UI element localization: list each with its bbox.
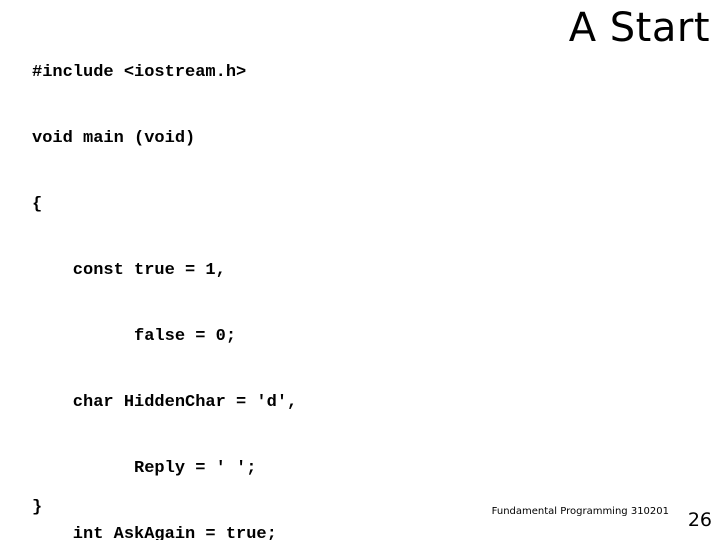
code-line: char HiddenChar = 'd', xyxy=(32,393,298,412)
code-line: #include <iostream.h> xyxy=(32,63,247,82)
code-line: const true = 1, xyxy=(32,261,226,280)
code-line: false = 0; xyxy=(32,327,237,346)
page-title: A Start xyxy=(568,5,710,51)
page-number: 26 xyxy=(687,509,712,531)
presentation-slide: A Start #include <iostream.h> void main … xyxy=(0,0,720,540)
code-line: { xyxy=(32,195,43,214)
footer-course-label: Fundamental Programming 310201 xyxy=(491,506,669,517)
slide-footer: Fundamental Programming 310201 26 xyxy=(0,496,720,540)
code-listing: #include <iostream.h> void main (void) {… xyxy=(32,18,297,540)
code-line: void main (void) xyxy=(32,129,196,148)
code-line: Reply = ' '; xyxy=(32,459,257,478)
